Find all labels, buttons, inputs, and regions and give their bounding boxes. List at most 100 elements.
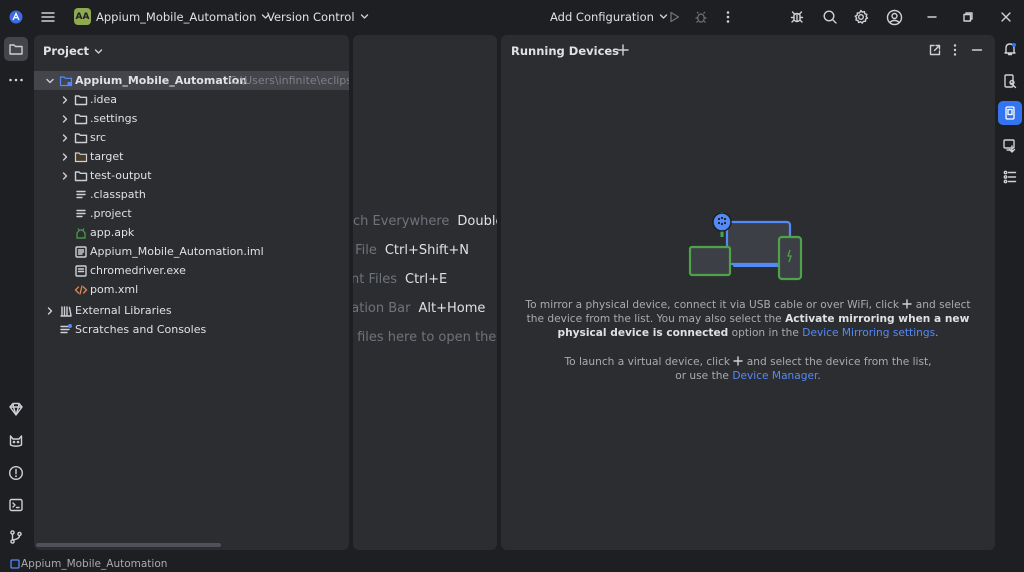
problems-warning-icon: [8, 465, 24, 481]
module-folder-icon: [59, 76, 73, 87]
project-tool-button[interactable]: [4, 37, 28, 61]
version-control-tool-button[interactable]: [4, 525, 28, 549]
chevron-right-icon[interactable]: [60, 133, 70, 143]
tree-row-file[interactable]: .classpath: [34, 185, 349, 204]
plus-icon: [733, 356, 744, 366]
structure-list-icon: [1003, 170, 1017, 184]
minimize-icon: [971, 49, 983, 51]
hide-panel-button[interactable]: [970, 43, 984, 57]
tree-root-path: C:\Users\infinite\eclipse-: [229, 74, 349, 87]
chevron-right-icon[interactable]: [60, 114, 70, 124]
folder-icon: [74, 114, 88, 125]
more-tools-button[interactable]: [4, 68, 28, 92]
minimize-icon[interactable]: [921, 6, 943, 28]
bell-icon: [1004, 43, 1016, 56]
project-panel-title: Project: [43, 44, 90, 58]
open-in-window-button[interactable]: [928, 43, 942, 57]
tree-item-label: .project: [90, 207, 132, 220]
status-breadcrumb[interactable]: Appium_Mobile_Automation: [21, 558, 167, 570]
project-switcher[interactable]: AA Appium_Mobile_Automation: [74, 0, 270, 33]
tree-row-folder[interactable]: test-output: [34, 166, 349, 185]
chevron-right-icon[interactable]: [60, 171, 70, 181]
chevron-right-icon[interactable]: [60, 95, 70, 105]
tree-item-label: src: [90, 131, 107, 144]
device-explorer-icon: [1003, 139, 1016, 153]
device-manager-icon: [1004, 74, 1017, 89]
device-manager-tool-button[interactable]: [998, 69, 1022, 93]
library-icon: [60, 306, 72, 317]
folder-icon: [9, 44, 23, 55]
chevron-down-icon: [94, 48, 103, 54]
chevron-down-icon[interactable]: [45, 76, 55, 86]
app-logo-icon[interactable]: [5, 6, 27, 28]
open-external-icon: [929, 44, 941, 56]
recent-files-hint: ent FilesCtrl+E: [353, 272, 448, 287]
tree-item-label: External Libraries: [75, 304, 172, 317]
title-bar: AA Appium_Mobile_Automation Version Cont…: [0, 0, 1024, 33]
running-devices-icon: [1005, 106, 1015, 120]
terminal-tool-button[interactable]: [4, 493, 28, 517]
horizontal-scrollbar[interactable]: [36, 543, 221, 547]
gemini-tool-button[interactable]: [4, 397, 28, 421]
tree-row-folder[interactable]: src: [34, 128, 349, 147]
more-vertical-icon[interactable]: [717, 6, 739, 28]
tree-row-file[interactable]: app.apk: [34, 223, 349, 242]
panel-options-button[interactable]: [953, 43, 959, 57]
device-mirroring-settings-link[interactable]: Device Mirroring settings: [802, 327, 935, 339]
version-control-menu[interactable]: Version Control: [267, 0, 369, 33]
tree-row-folder[interactable]: target: [34, 147, 349, 166]
device-explorer-tool-button[interactable]: [998, 133, 1022, 157]
scratches-icon: [60, 324, 72, 334]
editor-empty-panel: ch EverywhereDouble o FileCtrl+Shift+N e…: [353, 35, 497, 550]
tree-row-file[interactable]: Appium_Mobile_Automation.iml: [34, 242, 349, 261]
search-icon[interactable]: [819, 6, 841, 28]
chevron-right-icon[interactable]: [60, 152, 70, 162]
close-window-icon[interactable]: [995, 6, 1017, 28]
tree-row-scratches[interactable]: Scratches and Consoles: [34, 320, 349, 339]
project-badge: AA: [74, 8, 91, 25]
tree-row-folder[interactable]: .settings: [34, 109, 349, 128]
device-manager-link[interactable]: Device Manager: [732, 370, 817, 382]
code-with-me-icon[interactable]: [786, 6, 808, 28]
tree-row-folder[interactable]: .idea: [34, 90, 349, 109]
version-control-label: Version Control: [267, 9, 355, 24]
problems-tool-button[interactable]: [4, 461, 28, 485]
running-devices-title: Running Devices: [511, 44, 620, 58]
xml-file-icon: [74, 285, 88, 295]
tree-row-external-libraries[interactable]: External Libraries: [34, 301, 349, 320]
chevron-down-icon: [360, 14, 368, 19]
tree-item-label: Appium_Mobile_Automation.iml: [90, 245, 264, 258]
structure-tool-button[interactable]: [998, 165, 1022, 189]
more-vertical-icon: [953, 44, 957, 56]
settings-gear-icon[interactable]: [850, 6, 872, 28]
logcat-tool-button[interactable]: [4, 429, 28, 453]
executable-file-icon: [75, 265, 87, 277]
debug-icon[interactable]: [690, 6, 712, 28]
text-file-icon: [76, 209, 86, 218]
search-everywhere-hint: ch EverywhereDouble: [353, 214, 497, 229]
notifications-tool-button[interactable]: [998, 37, 1022, 61]
run-icon[interactable]: [663, 6, 685, 28]
text-file-icon: [76, 190, 86, 199]
tree-item-label: .classpath: [90, 188, 146, 201]
tree-row-file[interactable]: .project: [34, 204, 349, 223]
run-configuration-label: Add Configuration: [550, 9, 654, 24]
tree-row-file[interactable]: chromedriver.exe: [34, 261, 349, 280]
plus-icon: [617, 44, 629, 56]
restore-window-icon[interactable]: [957, 6, 979, 28]
project-panel: Project Appium_Mobile_Automation C:\User…: [34, 35, 349, 550]
chevron-right-icon[interactable]: [45, 306, 55, 316]
add-device-button[interactable]: [615, 42, 631, 58]
running-devices-panel: Running Devices To mirror a physical dev…: [501, 35, 995, 550]
running-devices-tool-button[interactable]: [998, 101, 1022, 125]
tree-root-name: Appium_Mobile_Automation: [75, 74, 248, 87]
tree-row-root[interactable]: Appium_Mobile_Automation C:\Users\infini…: [34, 71, 349, 90]
account-icon[interactable]: [883, 6, 905, 28]
tree-row-file[interactable]: pom.xml: [34, 280, 349, 299]
terminal-icon: [9, 498, 23, 512]
run-configuration-selector[interactable]: Add Configuration: [550, 0, 668, 33]
tree-item-label: test-output: [90, 169, 152, 182]
project-view-selector[interactable]: Project: [43, 44, 103, 58]
main-menu-icon[interactable]: [37, 6, 59, 28]
tree-item-label: Scratches and Consoles: [75, 323, 207, 336]
